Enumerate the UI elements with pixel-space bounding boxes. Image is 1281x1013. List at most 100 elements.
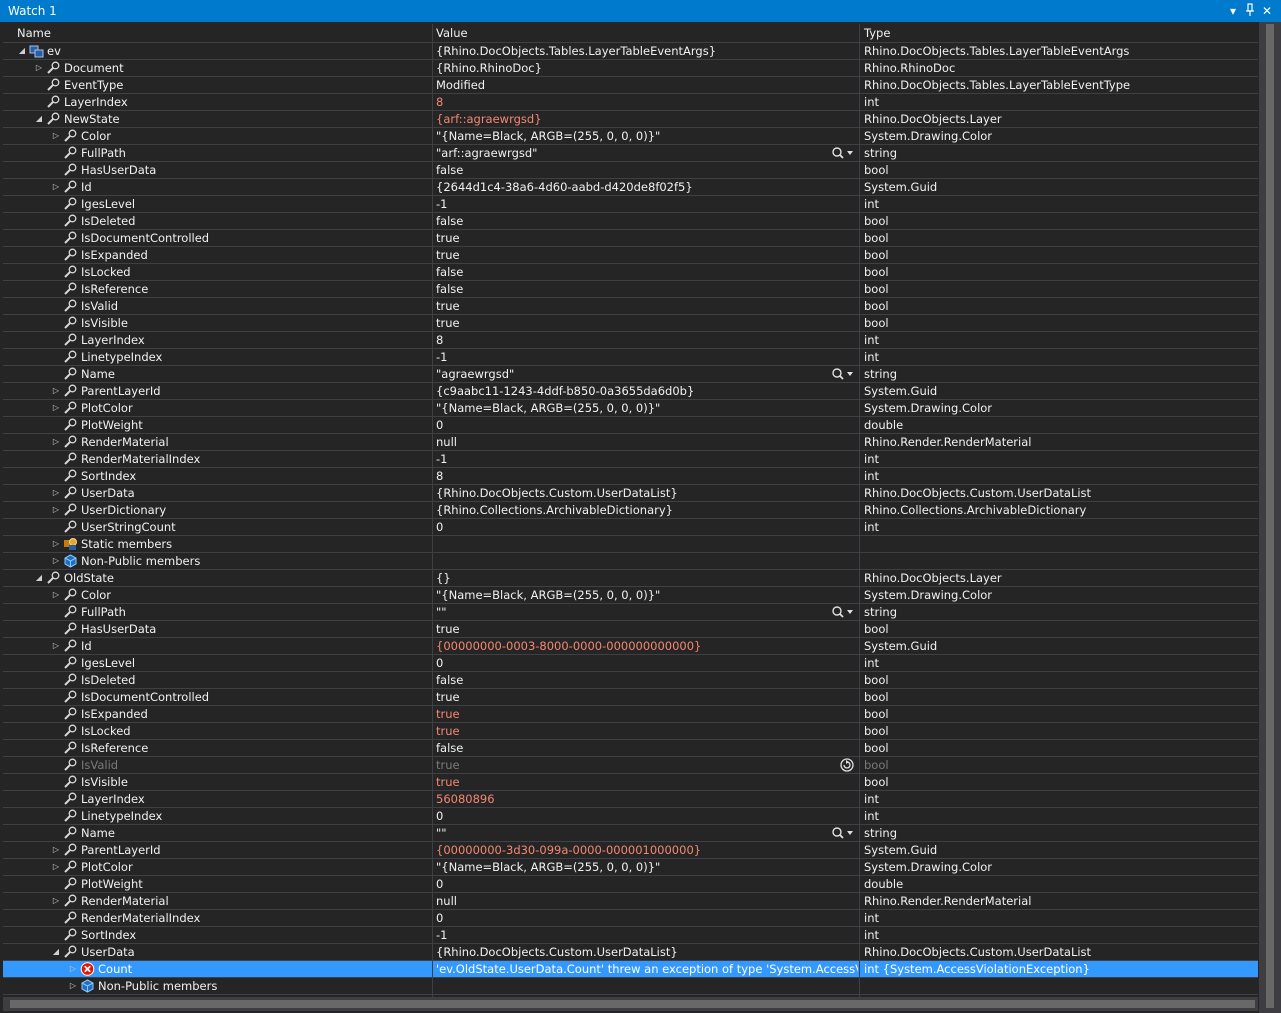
- value-cell[interactable]: {Rhino.DocObjects.Custom.UserDataList}: [432, 485, 858, 501]
- watch-row[interactable]: ▷ PlotColor "{Name=Black, ARGB=(255, 0, 0,…: [3, 400, 1258, 417]
- name-cell[interactable]: UserStringCount: [3, 519, 431, 535]
- expand-arrow-icon[interactable]: ▷: [34, 60, 44, 76]
- value-cell[interactable]: -1: [432, 927, 858, 943]
- watch-row[interactable]: ◢ UserData {Rhino.DocObjects.Custom.UserDa…: [3, 944, 1258, 961]
- name-cell[interactable]: IsLocked: [3, 723, 431, 739]
- name-cell[interactable]: RenderMaterialIndex: [3, 910, 431, 926]
- watch-row[interactable]: IgesLevel 0 int: [3, 655, 1258, 672]
- watch-row[interactable]: PlotWeight 0 double: [3, 417, 1258, 434]
- collapse-arrow-icon[interactable]: ◢: [34, 570, 44, 586]
- value-cell[interactable]: 0: [432, 655, 858, 671]
- value-cell[interactable]: false: [432, 213, 858, 229]
- column-header-value[interactable]: Value: [436, 25, 468, 41]
- watch-row[interactable]: IsLocked false bool: [3, 264, 1258, 281]
- watch-row[interactable]: IsDeleted false bool: [3, 672, 1258, 689]
- watch-row[interactable]: IsReference false bool: [3, 740, 1258, 757]
- scrollbar-thumb[interactable]: [1266, 24, 1274, 1008]
- name-cell[interactable]: ◢ ev: [3, 43, 431, 59]
- watch-row[interactable]: FullPath "" string: [3, 604, 1258, 621]
- watch-row[interactable]: IgesLevel -1 int: [3, 196, 1258, 213]
- column-header-name[interactable]: Name: [17, 25, 51, 41]
- name-cell[interactable]: LayerIndex: [3, 791, 431, 807]
- value-cell[interactable]: -1: [432, 349, 858, 365]
- value-cell[interactable]: [432, 978, 858, 994]
- name-cell[interactable]: IsValid: [3, 757, 431, 773]
- value-cell[interactable]: 0: [432, 808, 858, 824]
- value-cell[interactable]: false: [432, 740, 858, 756]
- value-cell[interactable]: {Rhino.DocObjects.Tables.LayerTableEvent…: [432, 43, 858, 59]
- name-cell[interactable]: Name: [3, 825, 431, 841]
- text-visualizer-icon[interactable]: [831, 146, 855, 160]
- value-cell[interactable]: {00000000-0003-8000-0000-000000000000}: [432, 638, 858, 654]
- expand-arrow-icon[interactable]: ▷: [51, 128, 61, 144]
- expand-arrow-icon[interactable]: ▷: [68, 978, 78, 994]
- value-cell[interactable]: 8: [432, 468, 858, 484]
- watch-row[interactable]: ▷ Count 'ev.OldState.UserData.Count' threw…: [3, 961, 1258, 978]
- watch-row[interactable]: IsDeleted false bool: [3, 213, 1258, 230]
- name-cell[interactable]: ▷ Color: [3, 128, 431, 144]
- value-cell[interactable]: 8: [432, 332, 858, 348]
- name-cell[interactable]: ▷ Non-Public members: [3, 553, 431, 569]
- vertical-scrollbar[interactable]: [1259, 22, 1281, 1013]
- name-cell[interactable]: ◢ UserData: [3, 944, 431, 960]
- expand-arrow-icon[interactable]: ▷: [51, 536, 61, 552]
- name-cell[interactable]: HasUserData: [3, 621, 431, 637]
- name-cell[interactable]: ◢ OldState: [3, 570, 431, 586]
- watch-row[interactable]: LinetypeIndex -1 int: [3, 349, 1258, 366]
- watch-row[interactable]: ◢ NewState {arf::agraewrgsd} Rhino.DocObjec…: [3, 111, 1258, 128]
- expand-arrow-icon[interactable]: ▷: [51, 553, 61, 569]
- value-cell[interactable]: false: [432, 264, 858, 280]
- value-cell[interactable]: true: [432, 757, 858, 773]
- column-header-type[interactable]: Type: [864, 25, 890, 41]
- refresh-icon[interactable]: [839, 758, 855, 772]
- column-splitter[interactable]: [859, 24, 860, 42]
- name-cell[interactable]: IsDeleted: [3, 672, 431, 688]
- value-cell[interactable]: [432, 553, 858, 569]
- value-cell[interactable]: true: [432, 774, 858, 790]
- name-cell[interactable]: IgesLevel: [3, 196, 431, 212]
- watch-row[interactable]: Name "agraewrgsd" string: [3, 366, 1258, 383]
- watch-row[interactable]: RenderMaterialIndex 0 int: [3, 910, 1258, 927]
- value-cell[interactable]: 0: [432, 519, 858, 535]
- expand-arrow-icon[interactable]: ▷: [51, 383, 61, 399]
- expand-arrow-icon[interactable]: ▷: [51, 179, 61, 195]
- name-cell[interactable]: ◢ NewState: [3, 111, 431, 127]
- value-cell[interactable]: false: [432, 672, 858, 688]
- watch-row[interactable]: IsExpanded true bool: [3, 247, 1258, 264]
- value-cell[interactable]: false: [432, 281, 858, 297]
- watch-row[interactable]: ▷ Color "{Name=Black, ARGB=(255, 0, 0, 0)}…: [3, 587, 1258, 604]
- name-cell[interactable]: IsDocumentControlled: [3, 689, 431, 705]
- expand-arrow-icon[interactable]: ▷: [51, 842, 61, 858]
- watch-row[interactable]: ▷ Id {00000000-0003-8000-0000-000000000000…: [3, 638, 1258, 655]
- watch-row[interactable]: LinetypeIndex 0 int: [3, 808, 1258, 825]
- watch-row[interactable]: FullPath "arf::agraewrgsd" string: [3, 145, 1258, 162]
- watch-row[interactable]: IsValid true bool: [3, 298, 1258, 315]
- watch-row[interactable]: ▷ Non-Public members: [3, 978, 1258, 995]
- name-cell[interactable]: PlotWeight: [3, 876, 431, 892]
- name-cell[interactable]: ▷ PlotColor: [3, 859, 431, 875]
- value-cell[interactable]: -1: [432, 451, 858, 467]
- value-cell[interactable]: [432, 536, 858, 552]
- name-cell[interactable]: ▷ Document: [3, 60, 431, 76]
- name-cell[interactable]: ▷ Count: [3, 961, 431, 977]
- watch-row[interactable]: PlotWeight 0 double: [3, 876, 1258, 893]
- expand-arrow-icon[interactable]: ▷: [51, 434, 61, 450]
- name-cell[interactable]: ▷ Id: [3, 179, 431, 195]
- watch-row[interactable]: ◢ OldState {} Rhino.DocObjects.Layer: [3, 570, 1258, 587]
- column-splitter[interactable]: [432, 24, 433, 42]
- name-cell[interactable]: IgesLevel: [3, 655, 431, 671]
- value-cell[interactable]: "{Name=Black, ARGB=(255, 0, 0, 0)}": [432, 587, 858, 603]
- watch-row[interactable]: IsDocumentControlled true bool: [3, 689, 1258, 706]
- name-cell[interactable]: ▷ UserDictionary: [3, 502, 431, 518]
- name-cell[interactable]: ▷ Non-Public members: [3, 978, 431, 994]
- value-cell[interactable]: "agraewrgsd": [432, 366, 858, 382]
- collapse-arrow-icon[interactable]: ◢: [17, 43, 27, 59]
- value-cell[interactable]: {00000000-3d30-099a-0000-000001000000}: [432, 842, 858, 858]
- watch-row[interactable]: ▷ ParentLayerId {c9aabc11-1243-4ddf-b850-0…: [3, 383, 1258, 400]
- value-cell[interactable]: true: [432, 689, 858, 705]
- name-cell[interactable]: LayerIndex: [3, 94, 431, 110]
- watch-row[interactable]: SortIndex 8 int: [3, 468, 1258, 485]
- watch-row[interactable]: ▷ ParentLayerId {00000000-3d30-099a-0000-0…: [3, 842, 1258, 859]
- value-cell[interactable]: true: [432, 621, 858, 637]
- name-cell[interactable]: ▷ RenderMaterial: [3, 893, 431, 909]
